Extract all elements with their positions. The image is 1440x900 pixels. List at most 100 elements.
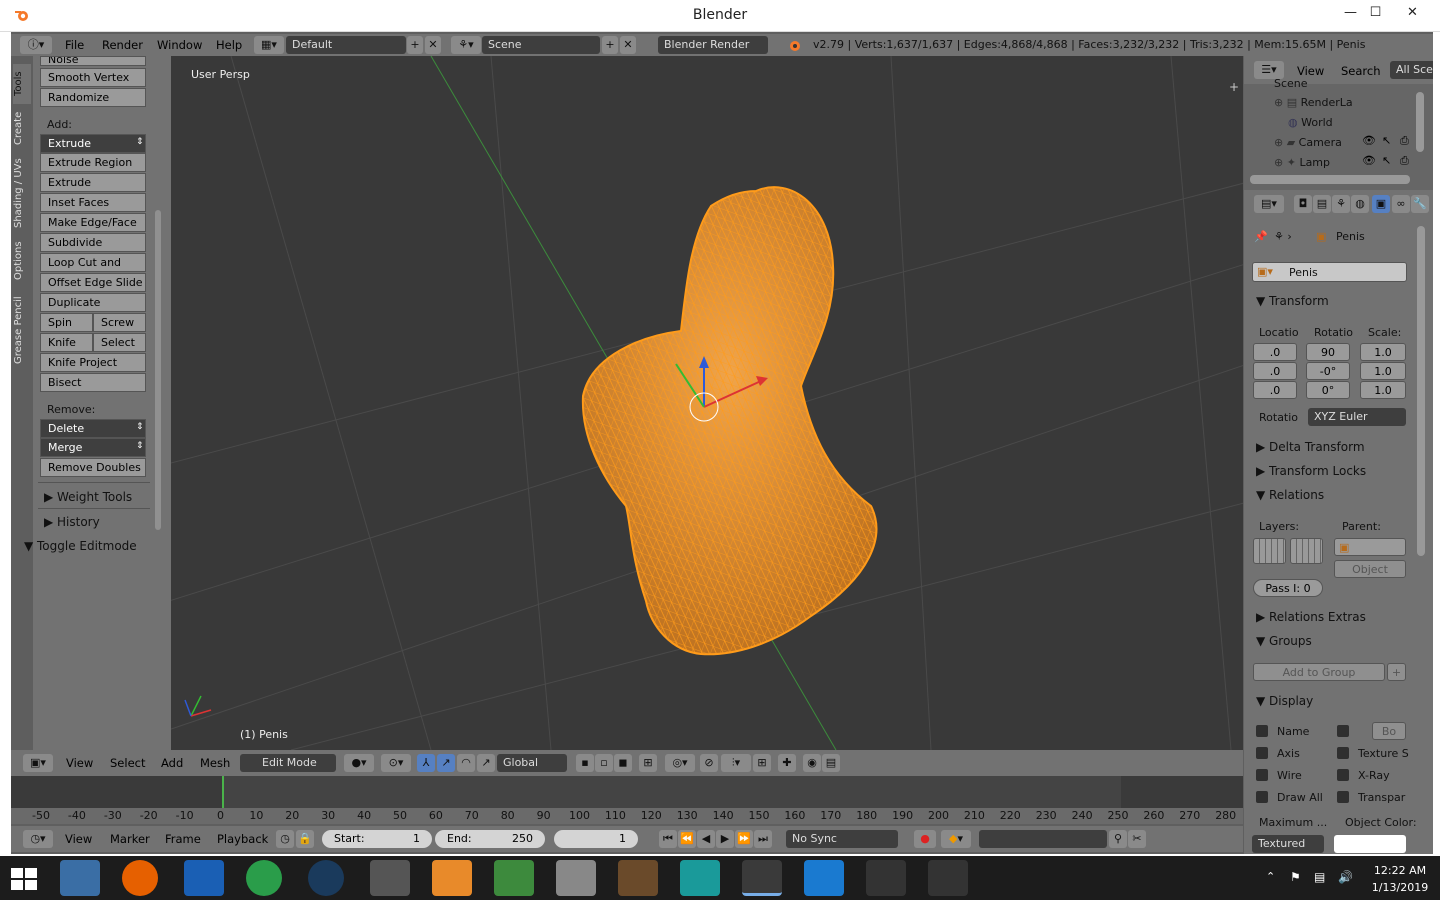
media-player-icon[interactable] — [432, 860, 472, 896]
tab-options[interactable]: Options — [13, 236, 31, 286]
lock-icon[interactable]: 🔒 — [296, 830, 314, 848]
texture-space-checkbox[interactable] — [1337, 747, 1349, 759]
tab-grease-pencil[interactable]: Grease Pencil — [13, 288, 31, 372]
scale-icon[interactable]: ↗ — [477, 754, 495, 772]
scene-tab-icon[interactable]: ⚘ — [1332, 195, 1350, 213]
rotation-x-field[interactable]: 90 — [1306, 343, 1350, 361]
remove-layout-icon[interactable]: ✕ — [425, 36, 441, 54]
current-frame-line[interactable] — [222, 776, 224, 810]
noise-button[interactable]: Noise — [40, 56, 146, 66]
outliner-vscrollbar[interactable] — [1416, 92, 1424, 152]
proportional-icon[interactable]: ◎▾ — [665, 754, 695, 772]
make-edge-face-button[interactable]: Make Edge/Face — [40, 213, 146, 232]
render-icon[interactable]: ◉ — [803, 754, 821, 772]
timeline[interactable]: -50 -40 -30 -20 -10 0 10 20 30 40 50 60 70 80 90 100 110… — [11, 776, 1243, 824]
render-tab-icon[interactable]: ◘ — [1294, 195, 1312, 213]
keying-set-icon[interactable]: ◆▾ — [941, 830, 971, 848]
parent-field[interactable]: ▣ — [1334, 538, 1406, 556]
menu-add[interactable]: Add — [161, 751, 183, 775]
close-button[interactable]: ✕ — [1390, 0, 1435, 28]
rotation-mode-select[interactable]: XYZ Euler — [1308, 408, 1406, 426]
tl-menu-frame[interactable]: Frame — [165, 827, 201, 851]
delete-dropdown[interactable]: Delete — [40, 419, 146, 438]
lamp-visibility-icon[interactable]: 👁 — [1362, 154, 1376, 167]
layers-grid-1[interactable] — [1253, 538, 1286, 564]
app-icon-2[interactable] — [866, 860, 906, 896]
outliner-item-world[interactable]: ◍ World — [1288, 116, 1333, 129]
transparent-checkbox[interactable] — [1337, 791, 1349, 803]
shading-icon[interactable]: ●▾ — [344, 754, 374, 772]
outliner-hscrollbar[interactable] — [1250, 175, 1410, 184]
blender-taskbar-icon[interactable] — [742, 860, 782, 896]
tab-shading-uvs[interactable]: Shading / UVs — [13, 152, 31, 234]
next-keyframe-icon[interactable]: ⏩ — [735, 830, 753, 848]
tab-create[interactable]: Create — [13, 106, 31, 150]
extrude-individual-button[interactable]: Extrude Individual — [40, 173, 146, 206]
tray-network-icon[interactable]: ▤ — [1314, 870, 1325, 884]
layout-field[interactable]: Default — [286, 36, 406, 54]
parent-type-select[interactable]: Object — [1334, 560, 1406, 578]
delta-expand-icon[interactable]: ▶ — [1256, 440, 1265, 454]
end-frame-field[interactable]: End: 250 — [435, 830, 545, 848]
extrude-region-button[interactable]: Extrude Region — [40, 153, 146, 172]
orientation-select[interactable]: Global — [497, 754, 567, 772]
outliner-item-lamp[interactable]: ⊕ ✦ Lamp — [1274, 156, 1330, 169]
camera-app-icon[interactable] — [308, 860, 344, 896]
menu-view[interactable]: View — [66, 751, 93, 775]
menu-render[interactable]: Render — [102, 33, 143, 57]
anvil-icon[interactable] — [618, 860, 658, 896]
name-checkbox[interactable] — [1256, 725, 1268, 737]
tl-menu-view[interactable]: View — [65, 827, 92, 851]
relations-panel[interactable]: Relations — [1269, 488, 1324, 502]
tl-menu-marker[interactable]: Marker — [110, 827, 150, 851]
android-studio-icon[interactable] — [494, 860, 534, 896]
modifiers-tab-icon[interactable]: 🔧 — [1411, 195, 1429, 213]
spin-button[interactable]: Spin — [40, 313, 93, 332]
tray-chevron-icon[interactable]: ⌃ — [1266, 870, 1275, 883]
manipulator-icon[interactable]: ⅄ — [417, 754, 435, 772]
render-layers-tab-icon[interactable]: ▤ — [1313, 195, 1331, 213]
tl-menu-playback[interactable]: Playback — [217, 827, 268, 851]
current-frame-field[interactable]: 1 — [554, 830, 638, 848]
scene-icon[interactable]: ⚘▾ — [451, 36, 481, 54]
extrude-dropdown[interactable]: Extrude — [40, 134, 146, 153]
properties-scrollbar[interactable] — [1417, 226, 1425, 556]
transform-collapse-icon[interactable]: ▼ — [1256, 294, 1265, 308]
history-panel[interactable]: History — [57, 515, 100, 529]
display-panel[interactable]: Display — [1269, 694, 1313, 708]
pin-icon[interactable]: ✚ — [778, 754, 796, 772]
preview-range-icon[interactable]: ◷ — [276, 830, 294, 848]
face-select-icon[interactable]: ◼ — [614, 754, 632, 772]
loop-cut-slide-button[interactable]: Loop Cut and Slide — [40, 253, 146, 286]
add-group-icon[interactable]: + — [1387, 663, 1406, 681]
firefox-icon[interactable] — [122, 860, 158, 896]
jump-end-icon[interactable]: ⏭ — [754, 830, 772, 848]
object-color-swatch[interactable] — [1334, 835, 1406, 853]
scale-x-field[interactable]: 1.0 — [1360, 343, 1406, 361]
groups-collapse-icon[interactable]: ▼ — [1256, 634, 1265, 648]
axis-checkbox[interactable] — [1256, 747, 1268, 759]
tray-volume-icon[interactable]: 🔊 — [1338, 870, 1353, 884]
pin-icon[interactable]: 📌 — [1254, 230, 1268, 243]
relations-extras-expand-icon[interactable]: ▶ — [1256, 610, 1265, 624]
editor-type-icon[interactable]: ▣▾ — [23, 754, 53, 772]
relations-extras-panel[interactable]: Relations Extras — [1269, 610, 1366, 624]
pivot-icon[interactable]: ⊙▾ — [381, 754, 411, 772]
outliner-item-renderlayers[interactable]: ⊕ ▤ RenderLa — [1274, 96, 1353, 109]
mesh-object-penis[interactable] — [581, 186, 878, 656]
properties-editor-icon[interactable]: ▤▾ — [1254, 195, 1284, 213]
render-engine-select[interactable]: Blender Render — [658, 36, 768, 54]
chrome-icon[interactable] — [246, 860, 282, 896]
outliner-scene-item[interactable]: Scene — [1274, 77, 1308, 87]
camera-select-icon[interactable]: ↖ — [1382, 134, 1391, 147]
duplicate-button[interactable]: Duplicate — [40, 293, 146, 312]
clock[interactable]: 12:22 AM 1/13/2019 — [1362, 864, 1438, 894]
rotation-y-field[interactable]: -0° — [1306, 362, 1350, 380]
add-scene-icon[interactable]: + — [602, 36, 618, 54]
menu-mesh[interactable]: Mesh — [200, 751, 230, 775]
transform-locks-panel[interactable]: Transform Locks — [1269, 464, 1366, 478]
translate-icon[interactable]: ↗ — [437, 754, 455, 772]
merge-dropdown[interactable]: Merge — [40, 438, 146, 457]
snap-icon[interactable]: ⊘ — [700, 754, 718, 772]
xray-checkbox[interactable] — [1337, 769, 1349, 781]
